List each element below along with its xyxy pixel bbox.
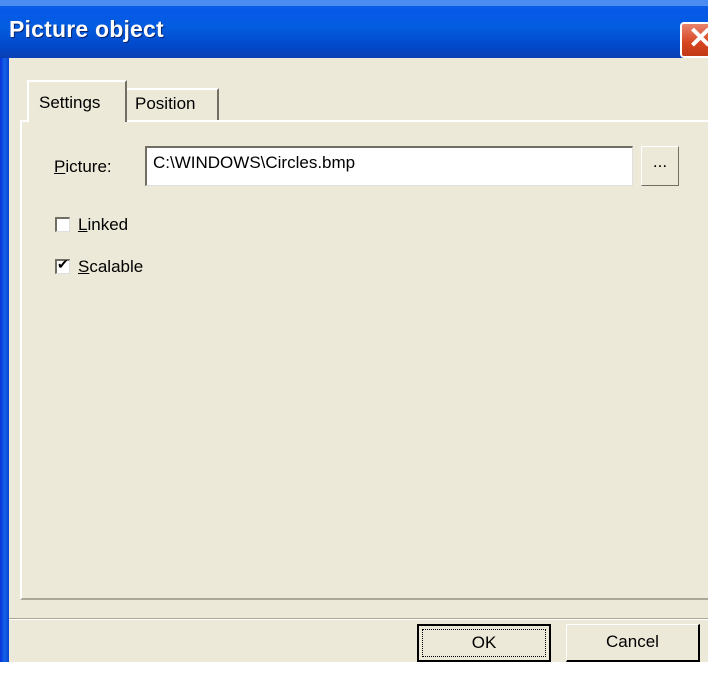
ok-button[interactable]: OK (417, 624, 551, 662)
close-icon: ✕ (688, 22, 708, 55)
tab-settings[interactable]: Settings (27, 80, 127, 122)
scalable-checkbox-row[interactable]: Scalable (55, 256, 144, 277)
picture-label: Picture: (54, 157, 112, 176)
cancel-button[interactable]: Cancel (566, 624, 700, 662)
scalable-checkbox[interactable] (55, 256, 70, 274)
button-separator (9, 618, 708, 620)
picture-path-field[interactable]: C:\WINDOWS\Circles.bmp (145, 146, 633, 186)
tab-settings-label: Settings (39, 93, 101, 112)
tab-position-label: Position (135, 94, 196, 113)
picture-object-dialog: Picture object ✕ Settings Position Pictu… (0, 0, 708, 662)
browse-button[interactable]: ... (641, 146, 679, 186)
tab-panel-settings (20, 120, 708, 600)
window-frame-left (0, 58, 9, 662)
tab-position[interactable]: Position (127, 88, 219, 120)
linked-checkbox[interactable] (55, 217, 70, 232)
close-button[interactable]: ✕ (680, 22, 708, 58)
title-bar[interactable]: Picture object ✕ (0, 0, 708, 58)
linked-checkbox-row[interactable]: Linked (55, 215, 128, 235)
window-title: Picture object (9, 16, 164, 42)
scalable-label: Scalable (78, 257, 144, 276)
linked-label: Linked (78, 215, 129, 234)
